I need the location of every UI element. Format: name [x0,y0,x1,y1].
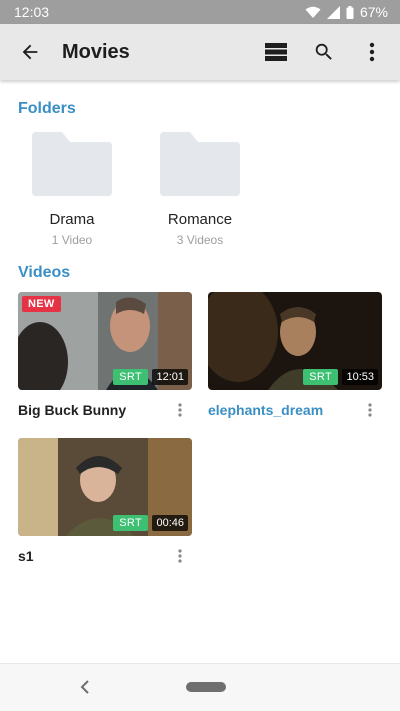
folder-drama[interactable]: Drama 1 Video [24,132,120,247]
video-thumbnail[interactable]: SRT 10:53 [208,292,382,390]
search-button[interactable] [300,24,348,80]
status-bar: 12:03 67% [0,0,400,24]
back-arrow-icon [22,44,38,60]
cell-signal-icon [326,5,340,19]
video-thumbnail[interactable]: SRT 00:46 [18,438,192,536]
folders-section-title: Folders [18,100,76,117]
video-item-s1[interactable]: SRT 00:46 s1 [18,438,192,566]
video-title[interactable]: Big Buck Bunny [18,402,126,418]
search-icon [315,43,332,60]
more-vert-icon [369,42,375,62]
videos-section-title: Videos [18,264,71,281]
more-vert-icon [178,403,182,417]
new-badge: NEW [22,296,61,312]
video-duration: 12:01 [152,369,188,385]
chevron-left-icon [80,680,89,694]
app-bar: Movies [0,24,400,80]
battery-icon [346,5,354,19]
more-vert-icon [178,549,182,563]
video-meta: Big Buck Bunny [18,400,192,420]
video-meta: elephants_dream [208,400,382,420]
page-title: Movies [62,40,130,63]
video-item-elephants-dream[interactable]: SRT 10:53 elephants_dream [208,292,382,420]
folder-count: 3 Videos [176,233,224,247]
view-toggle-button[interactable] [252,24,300,80]
folder-count: 1 Video [51,233,93,247]
video-thumbnail[interactable]: NEW SRT 12:01 [18,292,192,390]
more-options-button[interactable] [348,24,396,80]
more-vert-icon [368,403,372,417]
wifi-icon [305,6,321,18]
video-more-button[interactable] [170,400,190,420]
video-more-button[interactable] [360,400,380,420]
video-item-big-buck-bunny[interactable]: NEW SRT 12:01 Big Buck Bunny [18,292,192,420]
video-meta: s1 [18,546,192,566]
srt-badge: SRT [113,515,148,531]
status-indicators: 67% [305,4,388,20]
status-time: 12:03 [14,4,50,20]
video-duration: 10:53 [342,369,378,385]
video-title[interactable]: elephants_dream [208,402,323,418]
nav-home-pill[interactable] [186,682,226,692]
folder-name: Drama [49,211,95,228]
battery-percent: 67% [359,4,388,20]
system-nav-bar [0,663,400,711]
video-title[interactable]: s1 [18,548,34,564]
nav-back-button[interactable] [78,678,92,701]
srt-badge: SRT [303,369,338,385]
folder-name: Romance [167,211,233,228]
folder-icon [160,132,240,196]
folder-icon [32,132,112,196]
back-button[interactable] [2,24,58,80]
view-toggle-icon [265,43,287,61]
srt-badge: SRT [113,369,148,385]
video-duration: 00:46 [152,515,188,531]
video-more-button[interactable] [170,546,190,566]
folder-romance[interactable]: Romance 3 Videos [152,132,248,247]
